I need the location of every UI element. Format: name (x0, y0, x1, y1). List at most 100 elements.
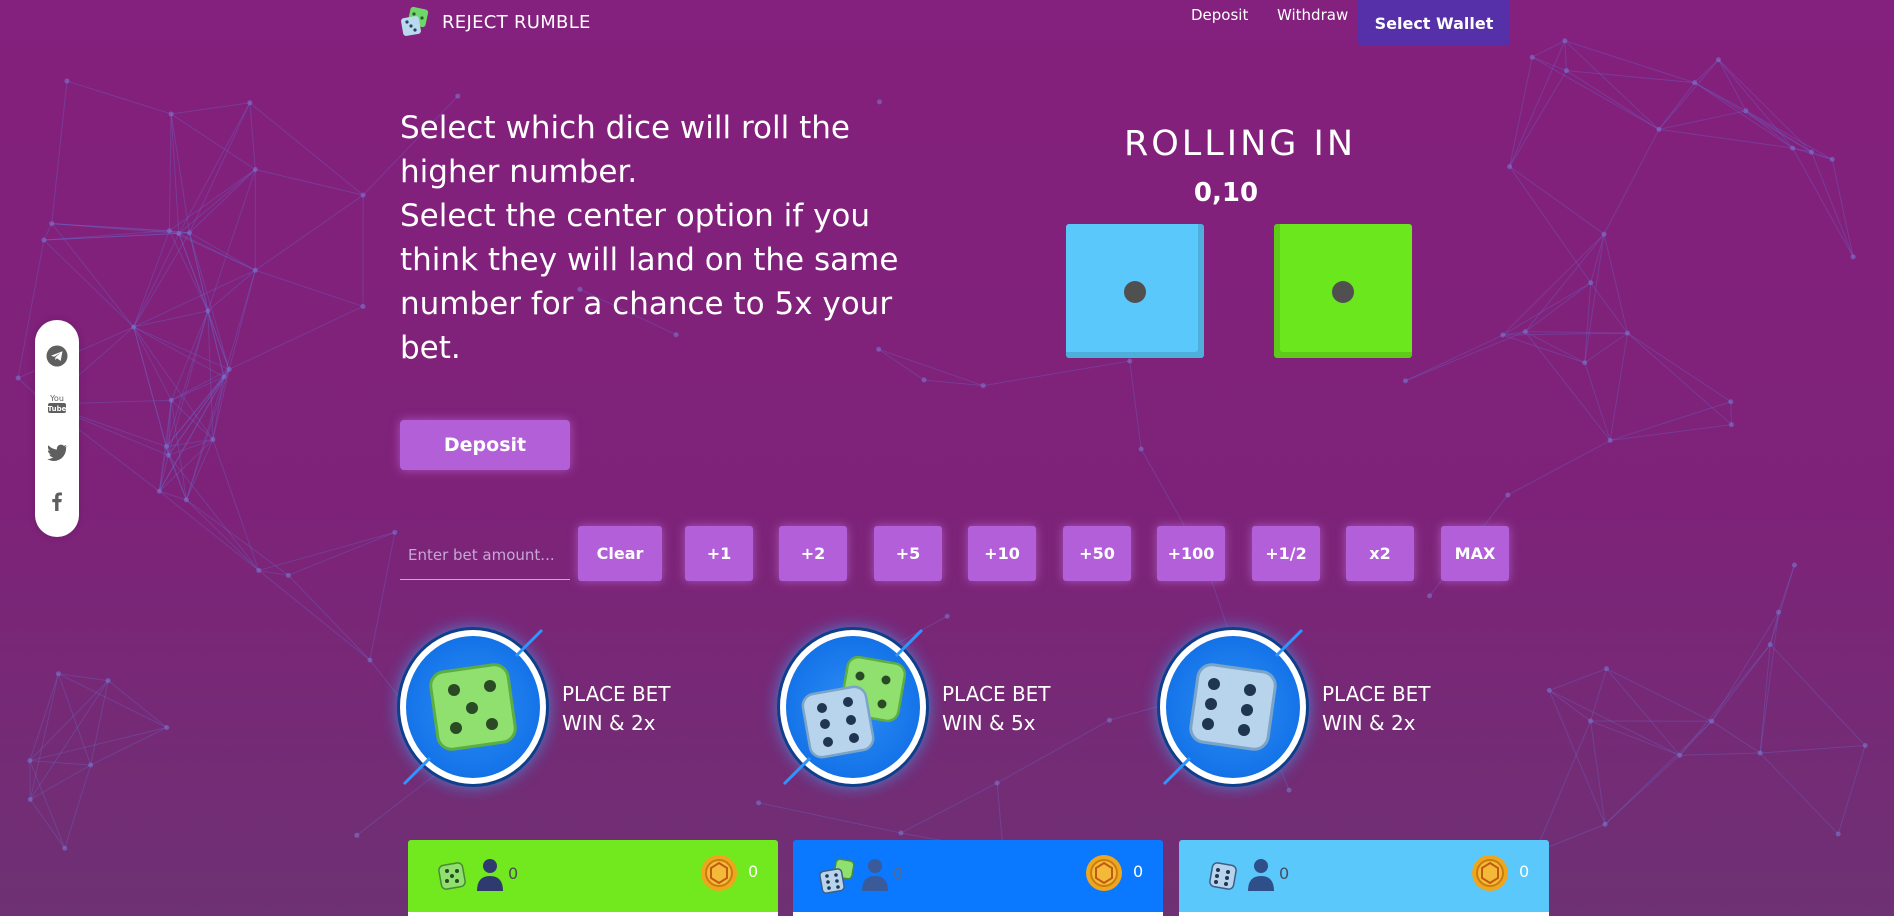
network-line (1534, 720, 1592, 853)
network-line (1837, 745, 1866, 835)
panel-bottom-strip (408, 912, 778, 916)
network-node (247, 100, 253, 106)
instruction-line-2: Select the center option if you think th… (400, 198, 899, 366)
network-line (1831, 159, 1854, 257)
network-node (1728, 422, 1734, 428)
bet-option-blue-higher[interactable]: PLACE BET WIN & 2x (1160, 628, 1480, 786)
twitter-icon[interactable] (46, 442, 68, 464)
network-node (1728, 399, 1734, 405)
network-node (285, 572, 291, 578)
network-line (207, 169, 256, 312)
nav-deposit-link[interactable]: Deposit (1191, 6, 1248, 24)
network-line (1590, 668, 1607, 722)
network-line (1584, 234, 1605, 363)
network-line (900, 782, 998, 834)
bet-plus-2-button[interactable]: +2 (779, 526, 847, 581)
coin-icon (1472, 855, 1508, 891)
network-node (252, 167, 258, 173)
bet-option-line-2: WIN & 5x (942, 711, 1036, 735)
bet-double-button[interactable]: x2 (1346, 526, 1414, 581)
bet-option-green-higher[interactable]: PLACE BET WIN & 2x (400, 628, 720, 786)
bet-plus-1-button[interactable]: +1 (685, 526, 753, 581)
rolling-title: ROLLING IN (1123, 124, 1357, 164)
network-line (1606, 668, 1712, 722)
bet-plus-100-button[interactable]: +100 (1157, 526, 1225, 581)
network-line (51, 81, 68, 224)
network-line (1778, 564, 1795, 613)
network-node (1582, 360, 1588, 366)
network-node (360, 192, 366, 198)
network-line (178, 169, 256, 234)
bet-option-line-1: PLACE BET (562, 682, 671, 706)
bet-amount-input[interactable] (400, 530, 570, 580)
bet-option-line-1: PLACE BET (942, 682, 1051, 706)
green-die-icon (438, 862, 466, 890)
bet-option-line-2: WIN & 2x (1322, 711, 1416, 735)
social-sidebar: You Tube (35, 320, 79, 537)
network-line (255, 269, 364, 307)
network-node (1588, 718, 1594, 724)
network-line (1759, 644, 1771, 754)
user-icon (862, 859, 888, 891)
network-node (1402, 378, 1408, 384)
network-line (1584, 332, 1628, 364)
network-node (1588, 280, 1594, 286)
bet-plus-10-button[interactable]: +10 (968, 526, 1036, 581)
network-node (1546, 687, 1552, 693)
network-line (170, 113, 190, 233)
bet-half-button[interactable]: +1/2 (1252, 526, 1320, 581)
telegram-icon[interactable] (46, 345, 68, 367)
die-pip (1332, 281, 1354, 303)
network-line (258, 531, 395, 571)
bet-option-label: PLACE BET WIN & 5x (942, 680, 1051, 738)
network-node (1607, 437, 1613, 443)
bet-plus-5-button[interactable]: +5 (874, 526, 942, 581)
bet-max-button[interactable]: MAX (1441, 526, 1509, 581)
select-wallet-button[interactable]: Select Wallet (1358, 0, 1510, 46)
network-line (107, 680, 168, 728)
youtube-icon[interactable]: You Tube (46, 392, 68, 414)
bet-option-tie[interactable]: PLACE BET WIN & 5x (780, 628, 1100, 786)
network-line (1549, 668, 1607, 691)
network-line (133, 232, 190, 328)
network-node (367, 657, 373, 663)
bet-plus-50-button[interactable]: +50 (1063, 526, 1131, 581)
network-node (27, 797, 33, 803)
network-line (1679, 720, 1712, 756)
network-line (1584, 362, 1611, 441)
deposit-button[interactable]: Deposit (400, 420, 570, 470)
network-node (1862, 743, 1868, 749)
network-node (1127, 358, 1133, 364)
network-line (1606, 668, 1681, 756)
brand-logo[interactable]: REJECT RUMBLE (400, 6, 591, 38)
network-line (66, 80, 172, 115)
network-line (1609, 333, 1629, 441)
network-line (1129, 360, 1142, 450)
blue-die-icon (1189, 663, 1277, 751)
network-node (156, 488, 162, 494)
network-node (27, 758, 33, 764)
network-node (756, 800, 762, 806)
network-node (62, 845, 68, 851)
bet-clear-button[interactable]: Clear (578, 526, 662, 581)
facebook-icon[interactable] (46, 490, 68, 512)
nav-withdraw-link[interactable]: Withdraw (1277, 6, 1348, 24)
network-line (1525, 331, 1586, 364)
network-line (1760, 745, 1866, 754)
network-line (43, 239, 134, 328)
brand-title: REJECT RUMBLE (442, 11, 591, 33)
network-line (51, 223, 179, 235)
network-node (252, 267, 258, 273)
network-node (1677, 752, 1683, 758)
network-node (105, 678, 111, 684)
network-node (1529, 54, 1535, 60)
network-line (29, 727, 167, 762)
network-node (1656, 126, 1662, 132)
network-line (1694, 82, 1812, 153)
network-line (1509, 57, 1533, 167)
network-node (1808, 149, 1814, 155)
network-line (1603, 233, 1628, 334)
panel-bottom-strip (793, 912, 1163, 916)
network-node (1427, 593, 1433, 599)
network-line (1792, 147, 1854, 258)
